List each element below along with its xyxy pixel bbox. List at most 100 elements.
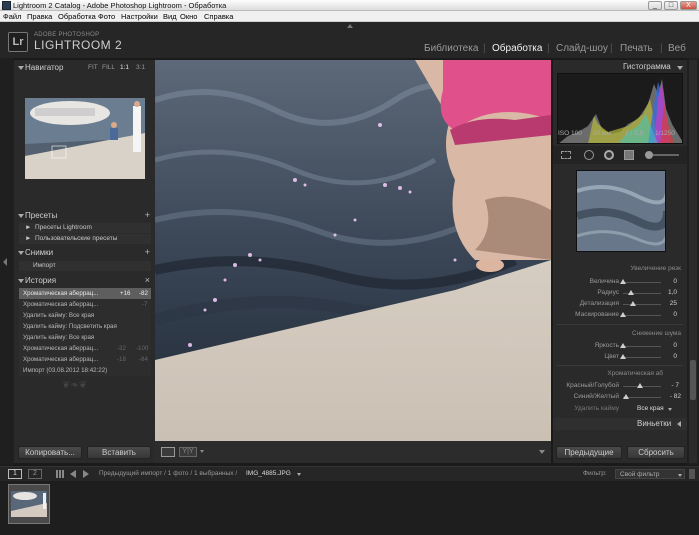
graduated-filter-icon[interactable]	[624, 150, 634, 160]
history-item[interactable]: Удалить кайму: Все края	[19, 332, 151, 343]
module-web[interactable]: Веб	[668, 43, 686, 54]
radius-value[interactable]: 1,0	[657, 289, 677, 296]
module-print[interactable]: Печать	[620, 43, 653, 54]
module-develop[interactable]: Обработка	[492, 43, 542, 54]
snapshots-header[interactable]: Снимки +	[14, 247, 155, 258]
history-item[interactable]: Импорт (03.08.2012 18:42:22)	[19, 365, 151, 376]
detail-value[interactable]: 25	[657, 300, 677, 307]
history-item[interactable]: Удалить кайму: Подсветить края	[19, 321, 151, 332]
left-panel-toggle-icon[interactable]	[3, 258, 7, 266]
masking-slider[interactable]	[623, 315, 661, 316]
crop-tool-icon[interactable]	[561, 151, 571, 159]
detail-preview-image	[577, 171, 665, 251]
copy-settings-button[interactable]: Копировать...	[18, 446, 82, 459]
preset-folder-lightroom[interactable]: ► Пресеты Lightroom	[19, 223, 151, 233]
menu-help[interactable]: Справка	[204, 12, 233, 21]
menu-window[interactable]: Окно	[180, 12, 197, 21]
color-noise-slider[interactable]	[623, 357, 661, 358]
color-noise-slider-knob[interactable]	[620, 354, 626, 359]
history-item[interactable]: Удалить кайму: Все края	[19, 310, 151, 321]
history-item[interactable]: Хроматическая аберрац... -7	[19, 299, 151, 310]
top-panel-toggle-icon[interactable]	[347, 24, 353, 28]
zoom-1-1[interactable]: 1:1	[120, 64, 129, 71]
spot-removal-icon[interactable]	[584, 150, 594, 160]
defringe-select[interactable]: Все края	[637, 405, 664, 412]
zoom-fit[interactable]: FIT	[88, 64, 98, 71]
history-item[interactable]: Хроматическая аберрац... -18 -84	[19, 354, 151, 365]
right-scrollbar[interactable]	[689, 60, 697, 463]
close-button[interactable]: X	[680, 1, 697, 10]
blue-yellow-value[interactable]: - 82	[661, 393, 681, 400]
preset-folder-label: Пресеты Lightroom	[35, 224, 92, 231]
amount-slider[interactable]	[623, 282, 661, 283]
loupe-view-icon[interactable]	[161, 447, 175, 457]
module-library[interactable]: Библиотека	[424, 43, 478, 54]
menu-photo[interactable]: Фото	[98, 12, 115, 21]
red-cyan-slider-knob[interactable]	[637, 383, 644, 388]
zoom-fill[interactable]: FILL	[102, 64, 115, 71]
blue-yellow-slider-knob[interactable]	[623, 394, 630, 399]
menu-settings[interactable]: Настройки	[121, 12, 158, 21]
detail-slider-knob[interactable]	[629, 301, 636, 306]
filmstrip-path[interactable]: Предыдущий импорт / 1 фото / 1 выбранных…	[99, 470, 237, 477]
add-snapshot-icon[interactable]: +	[145, 247, 150, 257]
section-divider	[557, 365, 683, 366]
history-header[interactable]: История ×	[14, 275, 155, 286]
dropdown-arrow-icon[interactable]	[668, 408, 672, 411]
history-item[interactable]: Хроматическая аберрац... +16 -82	[19, 288, 151, 299]
filter-lock-icon[interactable]	[689, 469, 695, 479]
detail-preview[interactable]	[576, 170, 666, 252]
luminance-value[interactable]: 0	[657, 342, 677, 349]
navigator-preview[interactable]	[25, 98, 145, 179]
view-dropdown-icon[interactable]	[200, 450, 204, 453]
filename-dropdown-icon[interactable]	[297, 473, 301, 476]
preset-folder-user[interactable]: ► Пользовательские пресеты	[19, 234, 151, 244]
minimize-button[interactable]: _	[648, 1, 662, 10]
presets-header[interactable]: Пресеты +	[14, 210, 155, 221]
vignettes-header[interactable]: Виньетки	[553, 418, 687, 430]
zoom-3-1[interactable]: 3:1	[136, 64, 145, 71]
filter-select[interactable]: Свой фильтр	[615, 469, 685, 479]
module-separator: |	[660, 43, 663, 54]
color-noise-value[interactable]: 0	[657, 353, 677, 360]
history-item[interactable]: Хроматическая аберрац... -32 -100	[19, 343, 151, 354]
module-separator: |	[483, 43, 486, 54]
snapshot-item[interactable]: Импорт	[19, 261, 151, 271]
menu-develop[interactable]: Обработка	[58, 12, 96, 21]
grid-view-icon[interactable]	[56, 470, 65, 478]
menu-view[interactable]: Вид	[163, 12, 177, 21]
menu-edit[interactable]: Правка	[27, 12, 52, 21]
toolbar-menu-icon[interactable]	[539, 450, 545, 454]
previous-settings-button[interactable]: Предыдущие	[556, 446, 622, 459]
masking-value[interactable]: 0	[657, 311, 677, 318]
right-scrollbar-thumb[interactable]	[690, 360, 696, 400]
back-arrow-icon[interactable]	[70, 470, 76, 478]
red-eye-icon[interactable]	[604, 150, 614, 160]
window-1-button[interactable]: 1	[8, 469, 22, 479]
radius-slider-knob[interactable]	[627, 290, 634, 295]
collapse-icon[interactable]	[677, 66, 683, 70]
amount-slider-knob[interactable]	[620, 279, 626, 284]
maximize-button[interactable]: □	[664, 1, 678, 10]
clear-history-icon[interactable]: ×	[145, 275, 150, 285]
navigator-header[interactable]: Навигатор FIT FILL 1:1 3:1	[14, 62, 155, 73]
reset-button[interactable]: Сбросить	[627, 446, 685, 459]
before-after-view-icon[interactable]: Y|Y	[179, 447, 197, 457]
window-2-button[interactable]: 2	[28, 469, 42, 479]
add-preset-icon[interactable]: +	[145, 210, 150, 220]
red-cyan-value[interactable]: - 7	[659, 382, 679, 389]
collapse-icon	[18, 214, 24, 218]
amount-value[interactable]: 0	[657, 278, 677, 285]
main-photo[interactable]	[155, 60, 551, 441]
masking-slider-knob[interactable]	[620, 312, 626, 317]
module-slideshow[interactable]: Слайд-шоу	[556, 43, 608, 54]
luminance-slider[interactable]	[623, 346, 661, 347]
luminance-slider-knob[interactable]	[620, 343, 626, 348]
red-cyan-label: Красный/Голубой	[566, 382, 619, 389]
filmstrip-filename: IMG_4885.JPG	[246, 470, 291, 477]
filmstrip-thumbnail-cell[interactable]	[8, 484, 50, 524]
menu-file[interactable]: Файл	[3, 12, 21, 21]
paste-settings-button[interactable]: Вставить	[87, 446, 151, 459]
forward-arrow-icon[interactable]	[83, 470, 89, 478]
adjustment-brush-knob-icon[interactable]	[645, 151, 653, 159]
